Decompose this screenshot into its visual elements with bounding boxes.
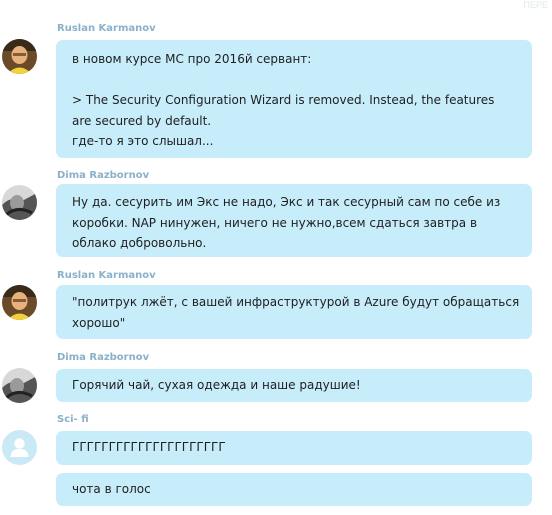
user-photo-bw-icon — [2, 368, 37, 403]
message-text: коробки. NAP нинужен, ничего не нужно,вс… — [72, 215, 478, 230]
message-text: ГГГГГГГГГГГГГГГГГГГГГ — [72, 440, 226, 454]
avatar[interactable] — [2, 368, 37, 403]
message-bubble[interactable]: в новом курсе МС про 2016й сервант: > Th… — [56, 40, 532, 158]
avatar[interactable] — [2, 430, 37, 465]
user-photo-bw-icon — [2, 185, 37, 220]
default-user-icon — [2, 430, 37, 465]
message-text: Горячий чай, сухая одежда и наше радушие… — [72, 378, 361, 392]
message-bubble[interactable]: чота в голос — [56, 473, 532, 506]
message-sender: Sci- fi — [57, 414, 89, 425]
message-bubble[interactable]: "политрук лжёт, с вашей инфраструктурой … — [56, 285, 532, 339]
message-text: в новом курсе МС про 2016й сервант: — [72, 52, 312, 66]
message-text: > The Security Configuration Wizard is r… — [72, 93, 495, 107]
avatar[interactable] — [2, 285, 37, 320]
user-photo-icon — [2, 39, 37, 74]
message-text: облако добровольно. — [72, 236, 207, 250]
avatar[interactable] — [2, 185, 37, 220]
message-text: где-то я это слышал... — [72, 134, 214, 148]
message-text: Ну да. сесурить им Экс не надо, Экс и та… — [72, 195, 501, 209]
user-photo-icon — [2, 285, 37, 320]
message-bubble[interactable]: Ну да. сесурить им Экс не надо, Экс и та… — [56, 184, 532, 257]
avatar[interactable] — [2, 39, 37, 74]
message-bubble[interactable]: ГГГГГГГГГГГГГГГГГГГГГ — [56, 431, 532, 465]
chat-history[interactable]: Ruslan Karmanov в новом курсе МС про 201… — [0, 0, 552, 515]
message-sender: Dima Razbornov — [57, 352, 150, 363]
message-text: чота в голос — [72, 482, 151, 496]
message-text — [72, 70, 518, 91]
message-sender: Ruslan Karmanov — [57, 270, 156, 281]
message-text: хорошо" — [72, 315, 126, 330]
message-bubble[interactable]: Горячий чай, сухая одежда и наше радушие… — [56, 369, 532, 402]
message-text: are secured by default. — [72, 113, 212, 128]
message-sender: Ruslan Karmanov — [57, 23, 156, 34]
message-text: "политрук лжёт, с вашей инфраструктурой … — [72, 295, 520, 309]
message-sender: Dima Razbornov — [57, 170, 150, 181]
